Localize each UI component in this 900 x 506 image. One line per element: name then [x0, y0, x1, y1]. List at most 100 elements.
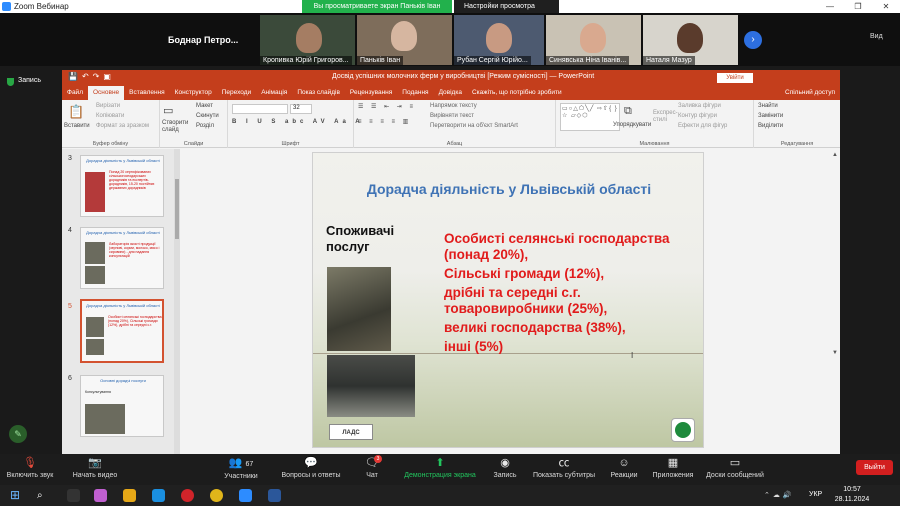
- shape-fill-button[interactable]: Заливка фігури: [678, 103, 721, 109]
- sign-in-button[interactable]: Увійти: [717, 73, 753, 83]
- paste-button[interactable]: Вставити: [64, 123, 90, 129]
- recording-indicator[interactable]: Запись: [18, 77, 41, 84]
- slide-canvas: Дорадча діяльність у Львівській області …: [312, 152, 704, 448]
- windows-start-icon[interactable]: ⊞: [10, 489, 23, 502]
- participants-button[interactable]: 👥 67 Участники: [210, 454, 272, 485]
- participant-tile[interactable]: Рубан Сергій Юрійо...: [454, 15, 544, 65]
- edge-icon[interactable]: [152, 489, 165, 502]
- slide-thumbnail[interactable]: Основні дорадчі послуги Консультування: [80, 375, 164, 437]
- captions-button[interactable]: ㏄ Показать субтитры: [530, 454, 598, 485]
- shape-effects-button[interactable]: Ефекти для фігур: [678, 123, 727, 129]
- task-view-icon[interactable]: [67, 489, 80, 502]
- tab-review[interactable]: Рецензування: [345, 86, 397, 100]
- layout-button[interactable]: Макет: [196, 103, 213, 109]
- view-options-button[interactable]: Настройки просмотра: [454, 0, 559, 13]
- tell-me-search[interactable]: Скажіть, що потрібно зробити: [467, 86, 567, 100]
- tab-file[interactable]: Файл: [62, 86, 88, 100]
- tab-design[interactable]: Конструктор: [170, 86, 217, 100]
- thumbnail-scrollbar[interactable]: [174, 149, 180, 454]
- participants-count: 67: [245, 461, 254, 468]
- annotate-pencil-icon[interactable]: ✎: [9, 425, 27, 443]
- start-video-label: Начать видео: [72, 472, 118, 479]
- opera-icon[interactable]: [181, 489, 194, 502]
- system-tray-icons[interactable]: ⌃☁🔊: [764, 491, 795, 499]
- slide-thumbnail[interactable]: Дорадча діяльність у Львівській області …: [80, 227, 164, 289]
- thumb-text: Консультування: [85, 390, 111, 394]
- font-size-input[interactable]: 32: [290, 104, 312, 114]
- shapes-gallery[interactable]: ▭○△⬠╲╱ ⇨⇧{ }☆ ▱◇⬡: [560, 103, 620, 131]
- zoom-taskbar-icon[interactable]: [239, 489, 252, 502]
- tab-animations[interactable]: Анімація: [256, 86, 292, 100]
- file-explorer-icon[interactable]: [123, 489, 136, 502]
- search-icon[interactable]: ⌕: [37, 489, 50, 502]
- tab-transitions[interactable]: Переходи: [217, 86, 256, 100]
- smartart-button[interactable]: Перетворити на об'єкт SmartArt: [430, 123, 518, 129]
- time: 10:57: [843, 486, 861, 493]
- quick-access-toolbar[interactable]: 💾↶↷▣: [68, 72, 115, 81]
- restore-icon[interactable]: ❐: [844, 0, 872, 13]
- reset-button[interactable]: Скинути: [196, 113, 219, 119]
- qa-button[interactable]: 💬 Вопросы и ответы: [278, 454, 344, 485]
- copilot-icon[interactable]: [94, 489, 107, 502]
- find-button[interactable]: Знайти: [758, 103, 778, 109]
- share-screen-label: Демонстрация экрана: [404, 472, 476, 479]
- clock[interactable]: 10:57 28.11.2024: [832, 485, 872, 505]
- tab-slideshow[interactable]: Показ слайдів: [292, 86, 345, 100]
- cut-button[interactable]: Вирізати: [96, 103, 120, 109]
- tab-insert[interactable]: Вставлення: [124, 86, 170, 100]
- arrange-button[interactable]: Упорядкувати: [613, 122, 651, 128]
- share-screen-button[interactable]: ⬆ Демонстрация экрана: [400, 454, 480, 485]
- apps-button[interactable]: ▦ Приложения: [648, 454, 698, 485]
- participant-tile[interactable]: Кропивка Юрій Григоров...: [260, 15, 355, 65]
- quick-styles-button[interactable]: Експрес-стилі: [653, 110, 678, 124]
- participant-tile[interactable]: Синявська Ніна Іванів...: [546, 15, 641, 65]
- green-logo-mark: [675, 422, 691, 438]
- participant-tile[interactable]: Паньків Іван: [357, 15, 452, 65]
- copy-button[interactable]: Копіювати: [96, 113, 124, 119]
- select-button[interactable]: Виділити: [758, 123, 783, 129]
- chat-icon: 🗨: [365, 457, 379, 469]
- start-video-button[interactable]: 📷 Начать видео: [66, 454, 124, 485]
- paste-icon[interactable]: 📋: [68, 104, 84, 120]
- slide-thumbnail[interactable]: Дорадча діяльність у Львівській області …: [80, 155, 164, 217]
- share-button[interactable]: Спільний доступ: [780, 86, 840, 100]
- chrome-icon[interactable]: [210, 489, 223, 502]
- language-indicator[interactable]: УКР: [809, 491, 822, 498]
- slide-title: Дорадча діяльність у Львівській області: [366, 181, 652, 197]
- align-buttons[interactable]: ≡ ≡ ≡ ≡ ▥: [358, 118, 411, 125]
- format-painter-button[interactable]: Формат за зразком: [96, 123, 149, 129]
- font-name-input[interactable]: [232, 104, 288, 114]
- minimize-icon[interactable]: —: [816, 0, 844, 13]
- leave-button[interactable]: Выйти: [856, 460, 893, 475]
- unmute-button[interactable]: 🎙 Включить звук: [0, 454, 60, 485]
- reactions-button[interactable]: ☺ Реакции: [606, 454, 642, 485]
- chat-button[interactable]: 🗨 Чат: [356, 454, 388, 485]
- shape-outline-button[interactable]: Контур фігури: [678, 113, 717, 119]
- record-button[interactable]: ◉ Запись: [488, 454, 522, 485]
- replace-button[interactable]: Замінити: [758, 113, 783, 119]
- close-icon[interactable]: ✕: [872, 0, 900, 13]
- participant-name: Рубан Сергій Юрійо...: [454, 56, 531, 65]
- arrange-icon[interactable]: ⧉: [624, 105, 632, 118]
- participant-face: [486, 23, 512, 53]
- align-text-button[interactable]: Вирівняти текст: [430, 113, 474, 119]
- slide-thumbnail-selected[interactable]: Дорадча діяльність у Львівській області …: [80, 299, 164, 363]
- scroll-thumb[interactable]: [175, 179, 179, 239]
- section-button[interactable]: Розділ: [196, 123, 214, 129]
- new-slide-icon[interactable]: ▭: [163, 104, 173, 117]
- window-title: Zoom Вебинар: [14, 2, 69, 11]
- font-style-buttons[interactable]: B I U S abc AV Aa A: [232, 119, 364, 125]
- tab-home[interactable]: Основне: [87, 86, 125, 100]
- view-button[interactable]: Вид: [870, 33, 883, 40]
- security-shield-icon: [7, 78, 14, 86]
- word-icon[interactable]: [268, 489, 281, 502]
- tab-help[interactable]: Довідка: [434, 86, 467, 100]
- new-slide-button[interactable]: Створити слайд: [162, 120, 190, 134]
- participant-tile[interactable]: Наталя Мазур: [643, 15, 738, 65]
- slide-scroll-arrows[interactable]: ▲ ▼: [832, 152, 838, 356]
- next-page-icon[interactable]: ›: [744, 31, 762, 49]
- text-direction-button[interactable]: Напрямок тексту: [430, 103, 477, 109]
- whiteboards-button[interactable]: ▭ Доски сообщений: [702, 454, 768, 485]
- list-buttons[interactable]: ☰ ☰ ⇤ ⇥ ≡: [358, 103, 416, 110]
- tab-view[interactable]: Подання: [397, 86, 433, 100]
